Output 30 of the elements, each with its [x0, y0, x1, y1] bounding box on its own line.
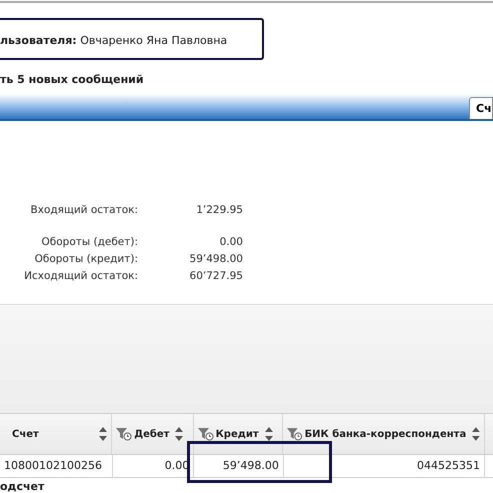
summary-value: 0.00 [218, 236, 243, 248]
filter-icon [116, 428, 132, 440]
summary-label: Входящий остаток: [30, 204, 138, 216]
filter-icon [198, 428, 214, 440]
column-title: БИК банка-корреспондента [304, 428, 466, 440]
summary-value: 60’727.95 [188, 270, 243, 282]
summary-value: 59’498.00 [188, 252, 243, 264]
column-header[interactable]: Кредит [194, 414, 283, 454]
table-cell: 044525351 [284, 455, 485, 477]
summary-label: Исходящий остаток: [23, 270, 138, 282]
sort-icon[interactable] [264, 427, 273, 441]
subtotal-label: одсчет [0, 479, 46, 493]
column-title: Дебет [134, 428, 170, 440]
summary-label: Обороты (дебет): [40, 236, 138, 248]
filter-icon [287, 428, 303, 440]
sort-icon[interactable] [99, 427, 108, 441]
column-header[interactable]: Дебет [112, 414, 194, 454]
sort-icon[interactable] [472, 427, 480, 441]
new-messages-link[interactable]: ть 5 новых сообщений [0, 73, 493, 88]
user-name-text: льзователя: Овчаренко Яна Павловна [0, 33, 228, 47]
sort-icon[interactable] [175, 427, 184, 441]
column-header[interactable]: БИК банка-корреспондента [283, 414, 485, 454]
table-cell: 59’498.00 [194, 455, 284, 477]
summary-value: 1’229.95 [195, 204, 243, 216]
column-title: Кредит [216, 428, 259, 440]
table-cell: 10800102100256 [0, 455, 113, 477]
column-header[interactable]: Счет [0, 414, 112, 454]
summary-label: Обороты (кредит): [34, 252, 138, 264]
tab[interactable]: Сч [469, 97, 493, 119]
column-title: Счет [11, 428, 40, 440]
